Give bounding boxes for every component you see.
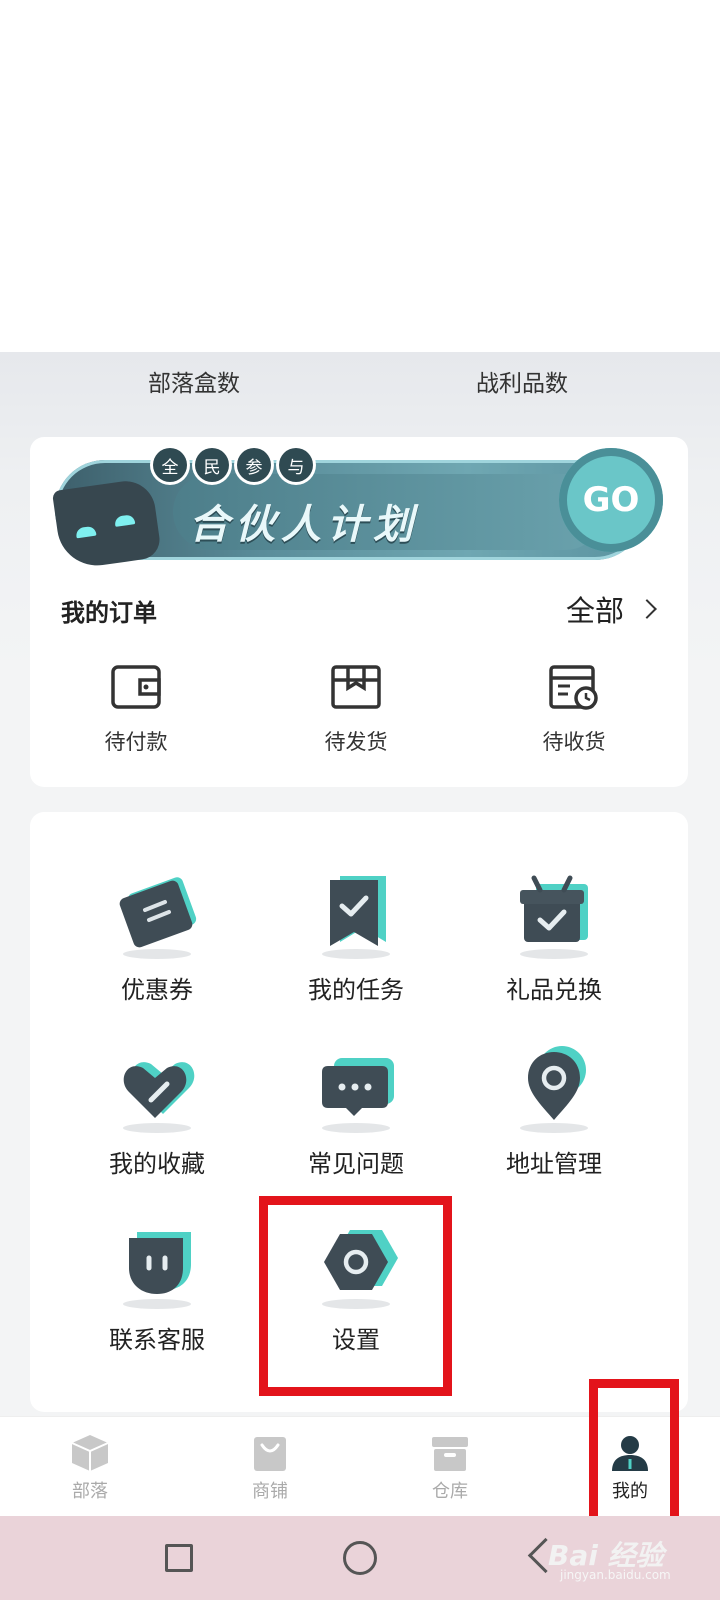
chat-bubble-icon bbox=[322, 1058, 394, 1133]
banner-title: 合伙人计划 bbox=[189, 502, 419, 548]
order-item-label: 待发货 bbox=[324, 730, 388, 754]
partner-plan-banner[interactable]: 全 民 参 与 合伙人计划 GO bbox=[51, 448, 663, 571]
gift-icon bbox=[520, 875, 588, 959]
menu-item-label: 优惠券 bbox=[121, 976, 193, 1004]
home-icon[interactable] bbox=[343, 1541, 377, 1575]
menu-item-faq[interactable]: 常见问题 bbox=[276, 1044, 436, 1179]
storage-box-icon bbox=[432, 1437, 468, 1471]
mine-tab-highlight-box bbox=[589, 1379, 679, 1539]
task-ribbon-icon bbox=[322, 876, 390, 959]
menu-item-gift-exchange[interactable]: 礼品兑换 bbox=[474, 870, 634, 1005]
heart-icon bbox=[123, 1062, 195, 1133]
tab-shop[interactable]: 商铺 bbox=[210, 1433, 330, 1503]
mascot-icon bbox=[51, 477, 163, 571]
menu-item-my-tasks[interactable]: 我的任务 bbox=[276, 870, 436, 1005]
box-icon bbox=[331, 665, 381, 709]
loot-count-stat[interactable]: 战利品数 bbox=[476, 364, 568, 398]
watermark-url: jingyan.baidu.com bbox=[560, 1568, 671, 1582]
blank-header-area bbox=[0, 0, 720, 352]
cube-icon bbox=[71, 1435, 109, 1471]
tab-label: 部落 bbox=[72, 1481, 108, 1502]
menu-item-customer-service[interactable]: 联系客服 bbox=[77, 1220, 237, 1355]
menu-item-label: 我的任务 bbox=[308, 976, 404, 1004]
orders-title: 我的订单 bbox=[61, 599, 157, 627]
menu-item-address[interactable]: 地址管理 bbox=[474, 1044, 634, 1179]
stats-row: 部落盒数 战利品数 bbox=[0, 360, 720, 404]
banner-tag: 与 bbox=[279, 448, 313, 482]
banner-tag: 参 bbox=[237, 448, 271, 482]
banner-go-button[interactable]: GO bbox=[559, 448, 663, 552]
banner-tags: 全 民 参 与 bbox=[153, 448, 313, 482]
recent-apps-icon[interactable] bbox=[165, 1544, 193, 1572]
menu-item-label: 我的收藏 bbox=[109, 1150, 205, 1178]
shopping-bag-icon bbox=[254, 1437, 286, 1471]
mascot-eye-icon bbox=[75, 525, 97, 539]
tribe-boxes-stat[interactable]: 部落盒数 bbox=[148, 364, 240, 398]
banner-tag: 民 bbox=[195, 448, 229, 482]
order-item-label: 待收货 bbox=[542, 730, 606, 754]
coupon-icon bbox=[119, 877, 197, 959]
menu-item-favorites[interactable]: 我的收藏 bbox=[77, 1044, 237, 1179]
menu-item-label: 礼品兑换 bbox=[506, 976, 602, 1004]
banner-go-label: GO bbox=[582, 480, 640, 520]
order-pending-payment[interactable]: 待付款 bbox=[66, 664, 206, 756]
location-pin-icon bbox=[520, 1046, 588, 1133]
menu-item-label: 地址管理 bbox=[506, 1150, 602, 1178]
menu-item-label: 常见问题 bbox=[308, 1150, 404, 1178]
order-pending-receipt[interactable]: 待收货 bbox=[504, 664, 644, 756]
orders-all-link[interactable]: 全部 bbox=[566, 588, 624, 630]
system-navigation-bar: Bai 经验 jingyan.baidu.com bbox=[0, 1516, 720, 1600]
tab-tribe[interactable]: 部落 bbox=[30, 1433, 150, 1503]
mascot-eye-icon bbox=[114, 514, 136, 527]
receipt-clock-icon bbox=[549, 665, 598, 710]
order-pending-shipment[interactable]: 待发货 bbox=[286, 664, 426, 756]
settings-highlight-box bbox=[259, 1196, 452, 1396]
wallet-icon bbox=[111, 665, 161, 709]
menu-item-label: 联系客服 bbox=[109, 1326, 205, 1354]
tab-warehouse[interactable]: 仓库 bbox=[390, 1433, 510, 1503]
menu-item-coupons[interactable]: 优惠券 bbox=[77, 870, 237, 1005]
tab-label: 商铺 bbox=[252, 1481, 288, 1502]
tab-label: 仓库 bbox=[432, 1481, 468, 1502]
banner-tag: 全 bbox=[153, 448, 187, 482]
order-item-label: 待付款 bbox=[104, 730, 168, 754]
customer-service-icon bbox=[123, 1232, 191, 1309]
